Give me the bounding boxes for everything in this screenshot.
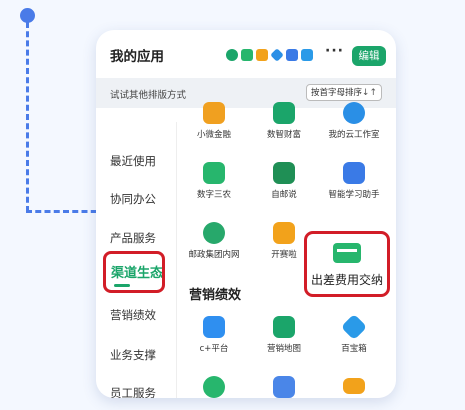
- app-label: c+平台: [199, 344, 229, 354]
- sort-label: 按首字母排序: [311, 88, 363, 98]
- app-tile-expense-payment[interactable]: 出差费用交纳: [304, 231, 390, 297]
- app-label: 百宝箱: [341, 344, 367, 354]
- robot-icon: [343, 162, 365, 184]
- app-tile[interactable]: 智能学习助手: [318, 162, 390, 200]
- jar-icon: [203, 162, 225, 184]
- coins-icon: [273, 102, 295, 124]
- newspaper-icon: [273, 162, 295, 184]
- money-bag-icon: [203, 102, 225, 124]
- sidebar-item-employee-services[interactable]: 员工服务: [110, 385, 156, 398]
- cube-icon: [340, 313, 368, 341]
- document-icon: [273, 376, 295, 398]
- app-label: 营销地图: [266, 344, 301, 354]
- app-tile[interactable]: 营销地图: [248, 316, 320, 354]
- chat-icon: [203, 376, 225, 398]
- app-tile[interactable]: 自邮说: [248, 162, 320, 200]
- app-tile[interactable]: c+平台: [178, 316, 250, 354]
- map-icon: [273, 316, 295, 338]
- app-label: 智能学习助手: [328, 190, 380, 200]
- app-tile[interactable]: [248, 376, 320, 398]
- sidebar-item-business-support[interactable]: 业务支撑: [110, 347, 156, 363]
- cloud-icon: [343, 102, 365, 124]
- guide-dot: [20, 8, 35, 23]
- page-title: 我的应用: [110, 49, 164, 65]
- globe-icon: [203, 222, 225, 244]
- guide-connector-horizontal: [26, 210, 106, 213]
- app-label: 我的云工作室: [328, 130, 380, 140]
- shield-check-icon: [226, 49, 238, 61]
- app-label: 数字三农: [196, 190, 231, 200]
- layout-hint[interactable]: 试试其他排版方式: [110, 87, 186, 101]
- app-tile[interactable]: [178, 376, 250, 398]
- app-label: 出差费用交纳: [310, 273, 383, 287]
- card-icon: [333, 243, 361, 263]
- section-title: 营销绩效: [189, 288, 242, 303]
- trophy-icon: [273, 222, 295, 244]
- app-label: 小微金融: [196, 130, 231, 140]
- sort-icon: ↓↑: [361, 88, 377, 98]
- app-tile[interactable]: 我的云工作室: [318, 102, 390, 140]
- app-tile[interactable]: 数智财富: [248, 102, 320, 140]
- app-tile[interactable]: 小微金融: [178, 102, 250, 140]
- chat-icon: [286, 49, 298, 61]
- diamond-icon: [270, 48, 284, 62]
- panel-header: 我的应用 ··· 编辑: [96, 30, 396, 78]
- sidebar-item-collaboration[interactable]: 协同办公: [110, 191, 156, 207]
- app-tile[interactable]: 数字三农: [178, 162, 250, 200]
- category-sidebar: 最近使用 协同办公 产品服务 渠道生态 营销绩效 业务支撑 员工服务: [96, 108, 176, 398]
- app-label: 邮政集团内网: [188, 250, 240, 260]
- more-menu-button[interactable]: ···: [325, 43, 344, 59]
- wallet-icon: [256, 49, 268, 61]
- channel-highlight-box: [103, 251, 165, 293]
- edit-button[interactable]: 编辑: [352, 46, 386, 66]
- crm-icon: [203, 316, 225, 338]
- app-label: 自邮说: [271, 190, 297, 200]
- folder-icon: [301, 49, 313, 61]
- my-apps-panel: 我的应用 ··· 编辑 试试其他排版方式 按首字母排序 ↓↑ 最近使用 协同办公…: [96, 30, 396, 398]
- sidebar-item-recent[interactable]: 最近使用: [110, 153, 156, 169]
- mail-icon: [241, 49, 253, 61]
- guide-connector-vertical: [26, 22, 29, 212]
- app-tile[interactable]: 邮政集团内网: [178, 222, 250, 260]
- app-tile[interactable]: [318, 378, 390, 394]
- recent-app-icons: [226, 48, 313, 62]
- sort-dropdown[interactable]: 按首字母排序 ↓↑: [306, 84, 382, 101]
- app-tile[interactable]: 百宝箱: [318, 313, 390, 354]
- sidebar-item-marketing[interactable]: 营销绩效: [110, 307, 156, 323]
- card-icon: [343, 378, 365, 394]
- sidebar-item-products[interactable]: 产品服务: [110, 230, 156, 246]
- app-grid: 小微金融 数智财富 我的云工作室 数字三农 自邮说 智能学习助手 邮政集团内网: [176, 102, 396, 398]
- app-label: 数智财富: [266, 130, 301, 140]
